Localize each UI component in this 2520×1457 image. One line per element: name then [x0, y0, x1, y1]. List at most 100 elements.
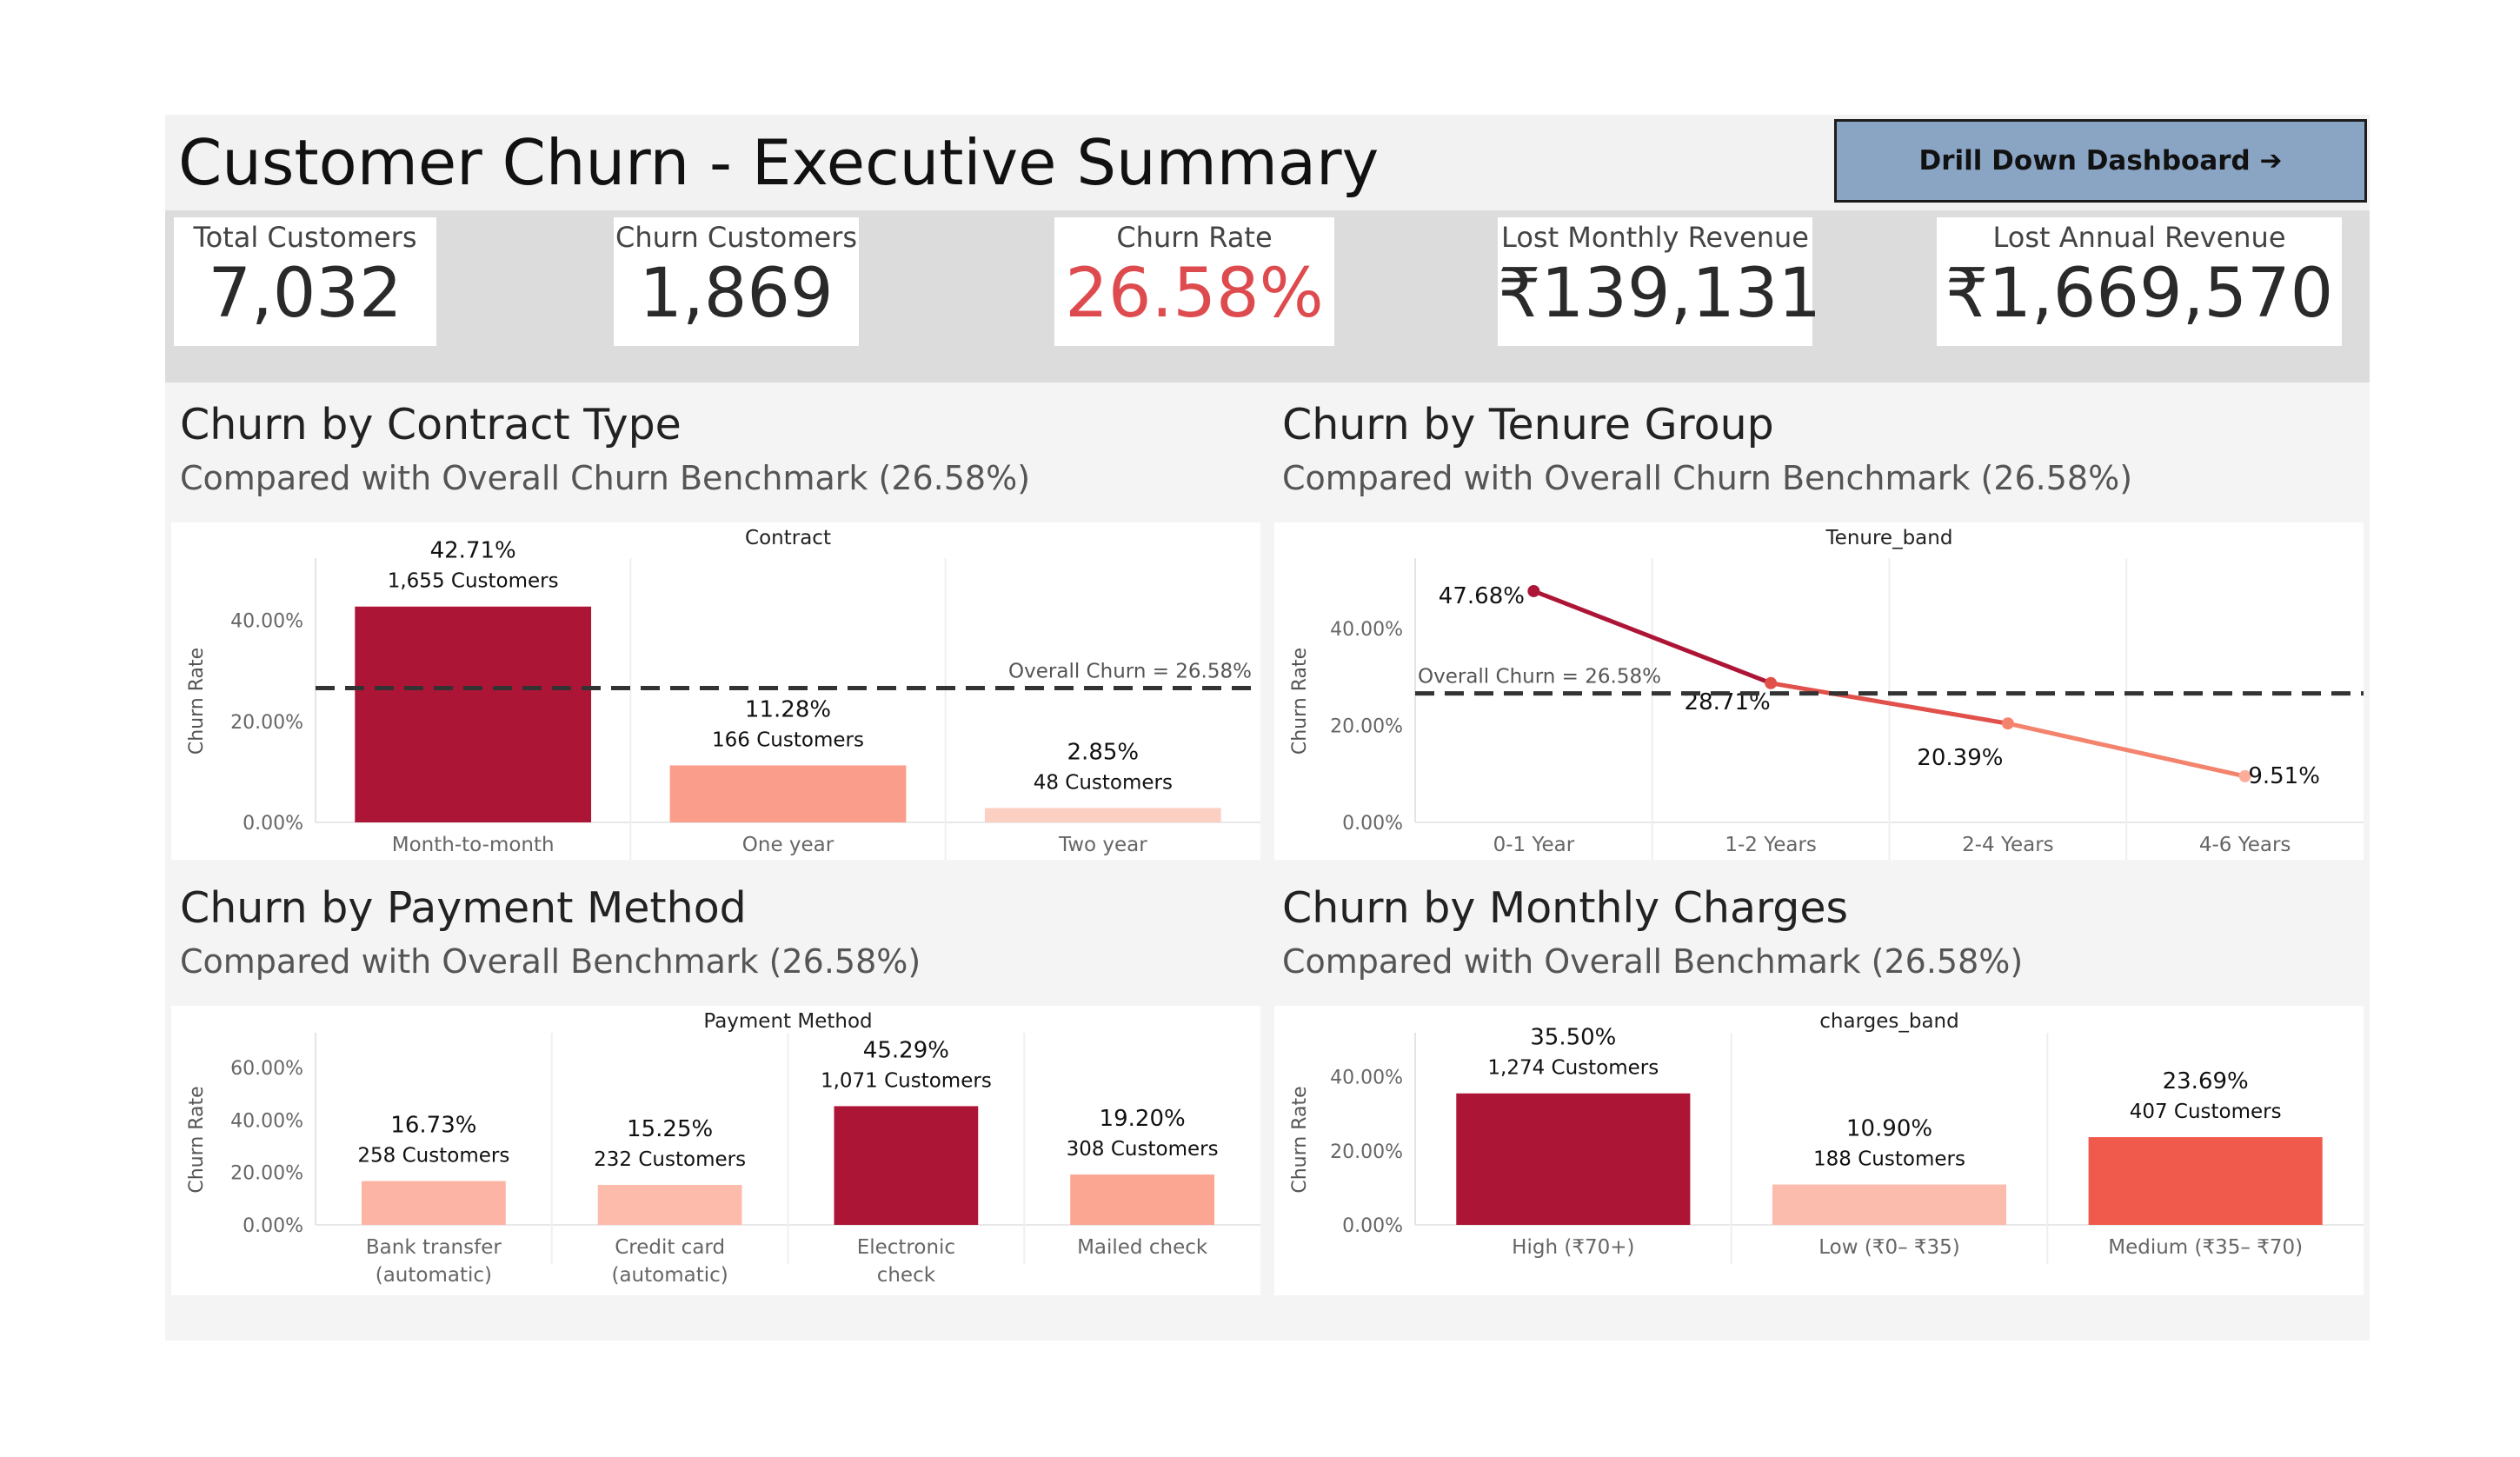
payment-section-subtitle: Compared with Overall Benchmark (26.58%) — [180, 942, 921, 981]
point-value-label: 20.39% — [1917, 745, 2003, 771]
bar — [355, 606, 592, 822]
y-axis-label: Churn Rate — [186, 1086, 208, 1193]
chart-title: Payment Method — [703, 1010, 872, 1033]
bar-value-label: 10.90% — [1846, 1116, 1932, 1142]
bar-customers-label: 48 Customers — [1034, 771, 1173, 794]
kpi-value: ₹1,669,570 — [1945, 255, 2334, 333]
chart-title: Tenure_band — [1825, 527, 1953, 549]
contract-chart-panel: Contract Churn Rate 0.00% 20.00% 40.00% 42.71… — [171, 522, 1260, 862]
bar-value-label: 16.73% — [390, 1113, 476, 1139]
payment-chart-panel: Payment Method Churn Rate 0.00% 20.00% 40.00… — [171, 1006, 1260, 1295]
line-point — [1765, 676, 1778, 689]
x-tick-label: Credit card (automatic) — [611, 1236, 728, 1287]
kpi-label: Churn Rate — [1116, 221, 1273, 254]
x-tick-label: One year — [742, 834, 834, 856]
y-tick-label: 0.00% — [1342, 813, 1403, 835]
page-title: Customer Churn - Executive Summary — [178, 126, 1380, 199]
bar — [2088, 1137, 2323, 1225]
x-tick-label: Electronic check — [857, 1236, 955, 1287]
bar — [984, 808, 1221, 822]
line-point — [2001, 717, 2014, 730]
y-tick-label: 0.00% — [1342, 1215, 1403, 1237]
bar — [1070, 1174, 1215, 1225]
tenure-section-subtitle: Compared with Overall Churn Benchmark (2… — [1282, 459, 2133, 497]
bar-customers-label: 308 Customers — [1067, 1138, 1219, 1161]
point-value-label: 9.51% — [2248, 763, 2320, 789]
kpi-value: 1,869 — [639, 255, 834, 333]
bar-value-label: 45.29% — [863, 1037, 949, 1063]
bar-value-label: 42.71% — [430, 538, 516, 564]
contract-section-title: Churn by Contract Type — [180, 400, 682, 449]
payment-churn-chart: Payment Method Churn Rate 0.00% 20.00% 40.00… — [186, 1010, 1260, 1287]
tenure-section-title: Churn by Tenure Group — [1282, 400, 1774, 449]
bar-value-label: 35.50% — [1530, 1025, 1616, 1051]
y-tick-label: 20.00% — [1330, 1141, 1403, 1163]
y-tick-label: 0.00% — [243, 1215, 303, 1237]
bar — [669, 765, 907, 822]
chart-title: Contract — [745, 527, 831, 549]
y-tick-label: 40.00% — [1330, 1068, 1403, 1089]
x-tick-label: Month-to-month — [392, 834, 555, 856]
bar — [361, 1181, 506, 1225]
y-tick-label: 40.00% — [1330, 619, 1403, 641]
contract-section-subtitle: Compared with Overall Churn Benchmark (2… — [180, 459, 1031, 497]
contract-churn-chart: Contract Churn Rate 0.00% 20.00% 40.00% 42.71… — [186, 527, 1260, 862]
kpi-value: ₹139,131 — [1498, 255, 1822, 333]
chart-title: charges_band — [1819, 1010, 1958, 1033]
bar-customers-label: 407 Customers — [2130, 1101, 2282, 1123]
bar-customers-label: 1,655 Customers — [388, 570, 559, 593]
bar-customers-label: 1,274 Customers — [1487, 1057, 1659, 1080]
bar-value-label: 11.28% — [745, 696, 831, 722]
y-tick-label: 40.00% — [230, 1110, 303, 1132]
kpi-value: 26.58% — [1065, 255, 1324, 333]
kpi-churn-rate: Churn Rate 26.58% — [1054, 217, 1334, 346]
drill-down-dashboard-button[interactable]: Drill Down Dashboard ➔ — [1834, 119, 2367, 203]
x-tick-label: Mailed check — [1077, 1236, 1208, 1259]
charges-chart-panel: charges_band Churn Rate 0.00% 20.00% 40.00% 3… — [1274, 1006, 2364, 1295]
benchmark-label: Overall Churn = 26.58% — [1008, 661, 1252, 683]
point-value-label: 47.68% — [1439, 583, 1525, 609]
bar — [834, 1106, 979, 1225]
x-tick-label: 1-2 Years — [1725, 834, 1817, 856]
bar-customers-label: 258 Customers — [357, 1145, 509, 1168]
charges-section-subtitle: Compared with Overall Benchmark (26.58%) — [1282, 942, 2024, 981]
bar — [1456, 1093, 1691, 1225]
kpi-label: Lost Monthly Revenue — [1501, 221, 1809, 254]
y-tick-label: 20.00% — [1330, 715, 1403, 737]
kpi-lost-monthly-revenue: Lost Monthly Revenue ₹139,131 — [1498, 217, 1822, 346]
y-axis-label: Churn Rate — [186, 648, 208, 755]
benchmark-label: Overall Churn = 26.58% — [1418, 666, 1661, 689]
y-tick-label: 0.00% — [243, 813, 303, 835]
x-tick-label: High (₹70+) — [1512, 1236, 1634, 1259]
x-tick-label: 4-6 Years — [2199, 834, 2291, 856]
bar-value-label: 2.85% — [1067, 739, 1140, 765]
charges-section-title: Churn by Monthly Charges — [1282, 883, 1849, 933]
kpi-total-customers: Total Customers 7,032 — [174, 217, 436, 346]
kpi-churn-customers: Churn Customers 1,869 — [614, 217, 859, 346]
kpi-lost-annual-revenue: Lost Annual Revenue ₹1,669,570 — [1937, 217, 2342, 346]
y-tick-label: 40.00% — [230, 611, 303, 633]
y-tick-label: 20.00% — [230, 712, 303, 734]
payment-section-title: Churn by Payment Method — [180, 883, 747, 933]
x-tick-label: Medium (₹35– ₹70) — [2108, 1236, 2303, 1259]
kpi-label: Total Customers — [193, 221, 417, 254]
tenure-churn-chart: Tenure_band Churn Rate 0.00% 20.00% 40.00% 47… — [1289, 527, 2364, 862]
y-tick-label: 20.00% — [230, 1163, 303, 1185]
bar — [597, 1185, 742, 1225]
x-tick-label: 0-1 Year — [1493, 834, 1575, 856]
bar-value-label: 23.69% — [2163, 1068, 2249, 1094]
kpi-value: 7,032 — [208, 255, 402, 333]
bar-value-label: 15.25% — [627, 1116, 713, 1142]
bar-customers-label: 1,071 Customers — [821, 1069, 992, 1092]
bar-customers-label: 166 Customers — [712, 728, 864, 751]
x-tick-label: Two year — [1058, 834, 1147, 856]
y-axis-label: Churn Rate — [1289, 648, 1311, 755]
bar-value-label: 19.20% — [1100, 1106, 1186, 1132]
x-tick-label: Bank transfer (automatic) — [366, 1236, 502, 1287]
tenure-chart-panel: Tenure_band Churn Rate 0.00% 20.00% 40.00% 47… — [1274, 522, 2364, 862]
y-tick-label: 60.00% — [230, 1058, 303, 1080]
bar — [1772, 1184, 2007, 1225]
x-tick-label: 2-4 Years — [1962, 834, 2054, 856]
bar-customers-label: 232 Customers — [594, 1148, 746, 1171]
x-tick-label: Low (₹0– ₹35) — [1819, 1236, 1960, 1259]
